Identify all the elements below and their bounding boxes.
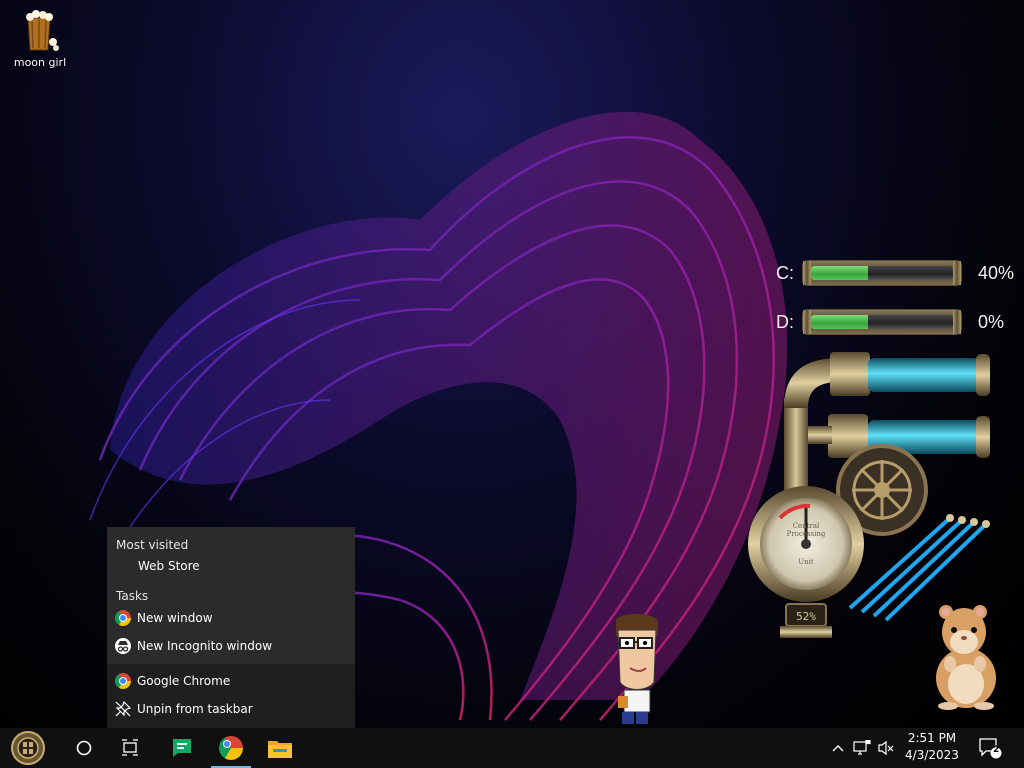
cortana-search-button[interactable]: [60, 728, 108, 768]
cartoon-character-glasses: [616, 614, 658, 724]
desktop-icon-moon-girl[interactable]: moon girl: [8, 8, 72, 69]
jumplist-item-label: Google Chrome: [137, 674, 231, 688]
most-visited-header: Most visited: [116, 538, 189, 552]
taskbar-app-chrome[interactable]: [207, 728, 255, 768]
dial-text: Processing: [787, 530, 826, 538]
drive-letter: C:: [776, 262, 794, 283]
steampunk-cpu-widget: Central Processing Unit 52%: [748, 352, 990, 638]
task-view-icon: [122, 739, 138, 756]
hamster-character: [936, 605, 996, 710]
chrome-icon: [115, 610, 131, 626]
dial-text: Unit: [798, 558, 814, 566]
show-hidden-icons-button[interactable]: [826, 728, 850, 768]
cortana-circle-icon: [76, 740, 92, 756]
tasks-header: Tasks: [116, 589, 149, 603]
drive-tube: [802, 309, 962, 335]
volume-muted-icon: [878, 740, 894, 756]
jumplist-item-new-incognito-window[interactable]: New Incognito window: [107, 633, 355, 659]
jumplist-item-google-chrome[interactable]: Google Chrome: [107, 668, 355, 694]
start-button[interactable]: [4, 728, 52, 768]
drive-meter-c: C: 40%: [776, 258, 1014, 288]
network-icon: [853, 740, 871, 755]
jumplist-item-label: Web Store: [138, 559, 200, 573]
clock-date: 4/3/2023: [905, 748, 959, 762]
network-button[interactable]: [850, 728, 874, 768]
drive-fill: [811, 315, 868, 329]
popcorn-bag-icon: [20, 8, 60, 52]
jumplist-item-label: New window: [137, 611, 213, 625]
chevron-up-icon: [832, 745, 844, 752]
drive-fill: [811, 266, 868, 280]
file-explorer-icon: [268, 741, 292, 758]
clock-time: 2:51 PM: [907, 731, 957, 745]
volume-button[interactable]: [874, 728, 898, 768]
jumplist-item-web-store[interactable]: Web Store: [107, 553, 355, 579]
dial-text: Central: [793, 522, 820, 530]
gauge-readout: 52%: [796, 610, 816, 623]
drive-letter: D:: [776, 311, 794, 332]
notification-center-button[interactable]: 2: [968, 728, 1012, 768]
jumplist-item-label: New Incognito window: [137, 639, 273, 653]
desktop-icon-label: moon girl: [13, 56, 67, 69]
unpin-icon: [115, 700, 132, 717]
incognito-icon: [115, 638, 131, 654]
task-view-button[interactable]: [106, 728, 154, 768]
jumplist-item-new-window[interactable]: New window: [107, 605, 355, 631]
notification-count: 2: [993, 745, 1000, 755]
clock[interactable]: 2:51 PM 4/3/2023: [900, 730, 964, 764]
drive-percent: 0%: [978, 311, 1005, 332]
chrome-icon: [219, 736, 243, 760]
taskbar-jump-list: Most visited Web Store Tasks New window …: [107, 527, 355, 728]
taskbar-app-file-explorer[interactable]: [256, 728, 304, 768]
jumplist-item-unpin[interactable]: Unpin from taskbar: [107, 696, 355, 722]
google-chat-icon: [173, 739, 191, 757]
drive-tube: [802, 260, 962, 286]
jumplist-item-label: Unpin from taskbar: [137, 702, 253, 716]
steampunk-start-icon: [11, 731, 45, 765]
drive-meter-d: D: 0%: [776, 307, 1004, 337]
taskbar: 2: [0, 728, 1024, 768]
chrome-icon: [115, 673, 131, 689]
drive-percent: 40%: [978, 262, 1015, 283]
taskbar-app-google-chat[interactable]: [158, 728, 206, 768]
